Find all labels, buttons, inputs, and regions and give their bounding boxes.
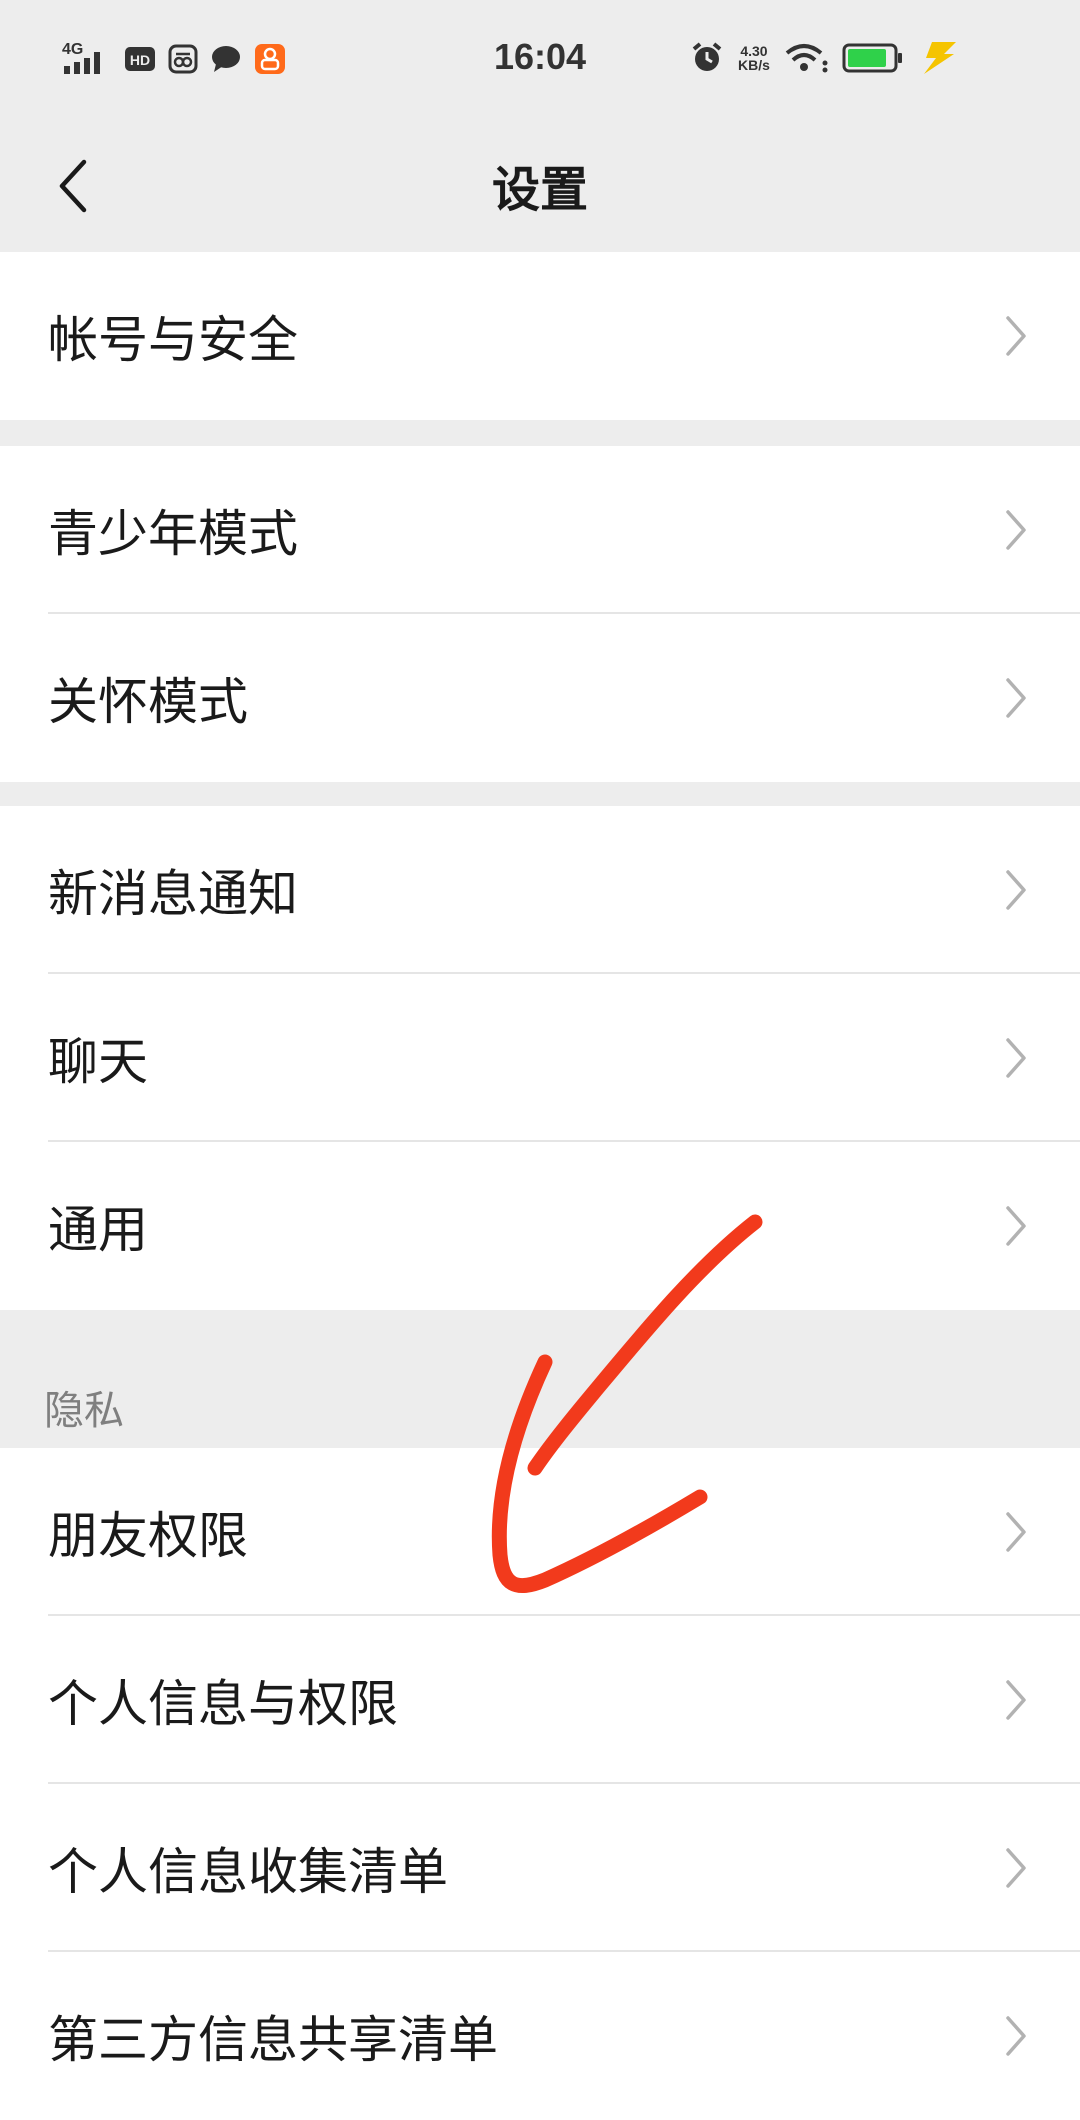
settings-item-label: 聊天: [48, 1033, 148, 1091]
navigation-bar: 设置: [0, 120, 1080, 252]
settings-item-label: 帐号与安全: [48, 311, 298, 369]
chevron-right-icon: [1006, 510, 1026, 550]
status-bar-right: 4.30 KB/s: [690, 40, 958, 76]
settings-group-privacy: 朋友权限 个人信息与权限 个人信息收集清单 第三方信息共享清单: [0, 1448, 1080, 2120]
status-bar: 4G HD 16:04 4.30 KB/s: [0, 0, 1080, 120]
settings-item-label: 个人信息收集清单: [48, 1843, 448, 1901]
alarm-clock-icon: [692, 42, 722, 71]
settings-item-account-security[interactable]: 帐号与安全: [0, 252, 1080, 420]
network-speed-value: 4.30: [740, 43, 768, 59]
settings-item-label: 个人信息与权限: [48, 1675, 398, 1733]
settings-group-account: 帐号与安全: [0, 252, 1080, 420]
settings-item-care-mode[interactable]: 关怀模式: [0, 614, 1080, 782]
settings-item-info-collection-list[interactable]: 个人信息收集清单: [0, 1784, 1080, 1952]
network-speed-unit: KB/s: [738, 57, 770, 73]
section-header-label: 隐私: [44, 1388, 124, 1434]
settings-group-modes: 青少年模式 关怀模式: [0, 446, 1080, 782]
settings-item-label: 第三方信息共享清单: [48, 2011, 498, 2069]
settings-group-general: 新消息通知 聊天 通用: [0, 806, 1080, 1310]
settings-item-friend-permissions[interactable]: 朋友权限: [0, 1448, 1080, 1616]
settings-item-chat[interactable]: 聊天: [0, 974, 1080, 1142]
section-header-privacy: 隐私: [0, 1310, 1080, 1448]
settings-item-teen-mode[interactable]: 青少年模式: [0, 446, 1080, 614]
settings-item-label: 关怀模式: [48, 673, 248, 731]
chevron-right-icon: [1006, 1512, 1026, 1552]
chevron-right-icon: [1006, 870, 1026, 910]
settings-item-label: 朋友权限: [48, 1507, 248, 1565]
settings-item-label: 青少年模式: [48, 505, 298, 563]
charging-icon: [923, 42, 956, 74]
settings-item-third-party-sharing-list[interactable]: 第三方信息共享清单: [0, 1952, 1080, 2120]
settings-item-label: 通用: [48, 1201, 148, 1259]
settings-item-personal-info-permissions[interactable]: 个人信息与权限: [0, 1616, 1080, 1784]
chevron-right-icon: [1006, 1848, 1026, 1888]
chevron-right-icon: [1006, 316, 1026, 356]
wifi-icon: [785, 44, 828, 73]
settings-item-label: 新消息通知: [48, 865, 298, 923]
settings-item-general[interactable]: 通用: [0, 1142, 1080, 1310]
settings-item-notifications[interactable]: 新消息通知: [0, 806, 1080, 974]
chevron-right-icon: [1006, 1206, 1026, 1246]
battery-icon: [842, 43, 902, 73]
network-speed: 4.30 KB/s: [738, 44, 770, 72]
chevron-right-icon: [1006, 1680, 1026, 1720]
chevron-right-icon: [1006, 1038, 1026, 1078]
chevron-right-icon: [1006, 2016, 1026, 2056]
page-title: 设置: [491, 162, 588, 218]
chevron-right-icon: [1006, 678, 1026, 718]
